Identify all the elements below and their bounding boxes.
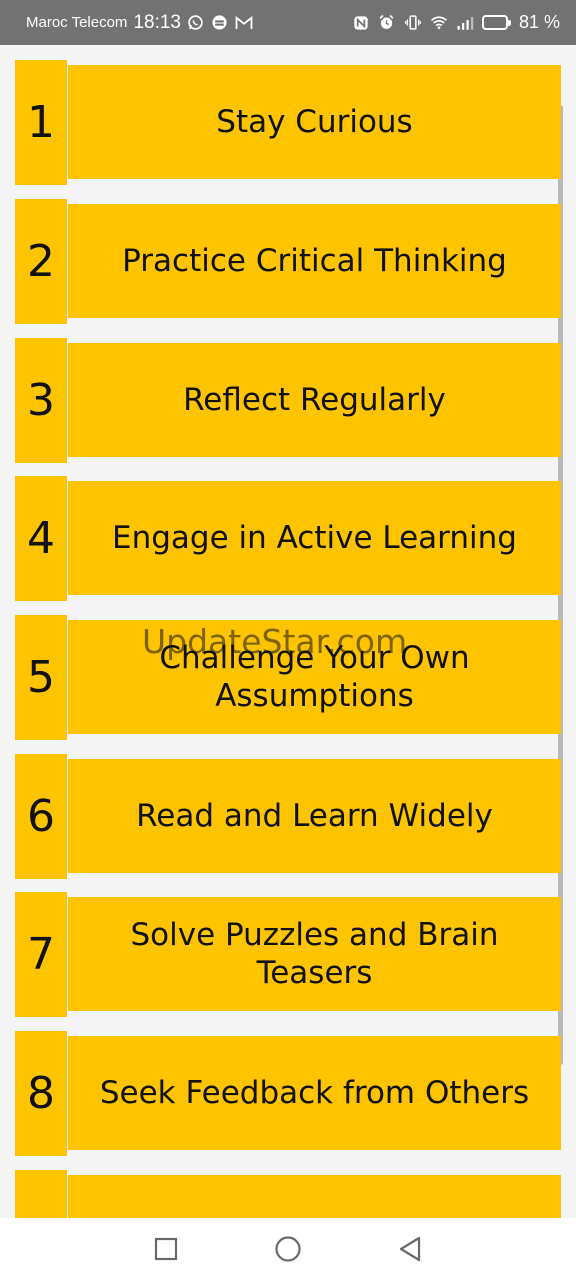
item-title[interactable]: Practice Critical Thinking xyxy=(68,204,561,318)
item-title[interactable]: Seek Feedback from Others xyxy=(68,1036,561,1150)
list-content[interactable]: 1 Stay Curious 2 Practice Critical Think… xyxy=(0,45,576,1218)
nfc-icon xyxy=(352,14,370,32)
item-number: 3 xyxy=(15,338,67,463)
list-item[interactable]: 2 Practice Critical Thinking xyxy=(15,199,561,324)
home-icon xyxy=(275,1236,301,1262)
battery-icon xyxy=(481,15,511,30)
alarm-icon xyxy=(378,14,396,32)
list-item[interactable]: 1 Stay Curious xyxy=(15,60,561,185)
back-button[interactable] xyxy=(394,1233,426,1265)
item-number: 7 xyxy=(15,892,67,1017)
recent-apps-button[interactable] xyxy=(150,1233,182,1265)
item-title[interactable]: Engage in Active Learning xyxy=(68,481,561,595)
item-number: 1 xyxy=(15,60,67,185)
carrier-name: Maroc Telecom xyxy=(26,14,128,31)
mail-icon xyxy=(235,14,253,32)
battery-percentage: 81 % xyxy=(518,12,560,32)
wifi-icon xyxy=(430,14,448,32)
back-icon xyxy=(399,1236,421,1262)
whatsapp-icon xyxy=(187,14,205,32)
item-number: 2 xyxy=(15,199,67,324)
item-title[interactable]: Reflect Regularly xyxy=(68,343,561,457)
recent-apps-icon xyxy=(154,1237,178,1261)
navigation-bar xyxy=(0,1218,576,1280)
item-title[interactable] xyxy=(68,1175,561,1218)
item-number: 6 xyxy=(15,754,67,879)
status-bar: Maroc Telecom 18:13 81 % xyxy=(0,0,576,45)
home-button[interactable] xyxy=(272,1233,304,1265)
list-item[interactable]: 4 Engage in Active Learning xyxy=(15,476,561,601)
item-title[interactable]: Solve Puzzles and Brain Teasers xyxy=(68,897,561,1011)
item-title[interactable]: Read and Learn Widely xyxy=(68,759,561,873)
status-time: 18:13 xyxy=(133,11,181,33)
list-item[interactable]: 8 Seek Feedback from Others xyxy=(15,1031,561,1156)
list-item[interactable] xyxy=(15,1170,561,1218)
list-item[interactable]: 3 Reflect Regularly xyxy=(15,338,561,463)
item-number: 4 xyxy=(15,476,67,601)
list-item[interactable]: 7 Solve Puzzles and Brain Teasers xyxy=(15,892,561,1017)
cell-signal-icon xyxy=(456,14,474,32)
printer-icon xyxy=(211,14,229,32)
list-item[interactable]: 6 Read and Learn Widely xyxy=(15,754,561,879)
item-title[interactable]: Stay Curious xyxy=(68,65,561,179)
item-number xyxy=(15,1170,67,1218)
vibrate-icon xyxy=(404,14,422,32)
item-title[interactable]: Challenge Your Own Assumptions xyxy=(68,620,561,734)
item-number: 5 xyxy=(15,615,67,740)
list-item[interactable]: 5 Challenge Your Own Assumptions xyxy=(15,615,561,740)
item-number: 8 xyxy=(15,1031,67,1156)
